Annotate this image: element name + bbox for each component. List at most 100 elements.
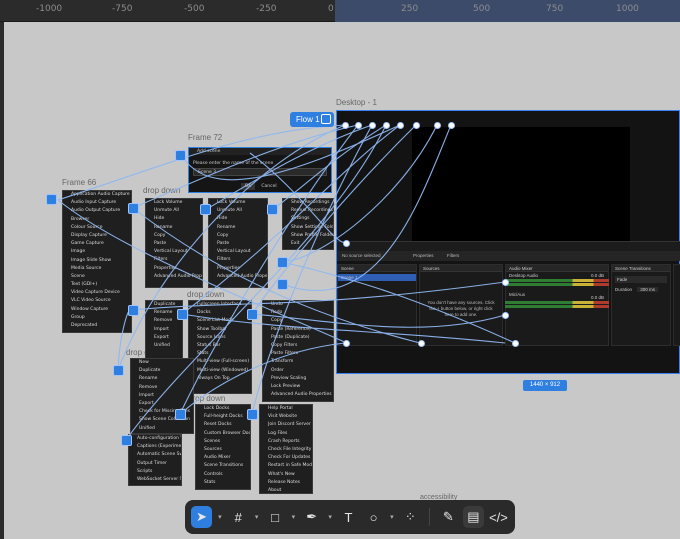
properties-button[interactable]: Properties: [413, 251, 434, 261]
menu-item[interactable]: Hide: [209, 215, 267, 223]
menu-item[interactable]: Paste: [209, 240, 267, 248]
interaction-node[interactable]: [247, 309, 258, 320]
menu-item[interactable]: Docks: [189, 309, 251, 317]
menu-item[interactable]: Audio Mixer: [196, 454, 250, 462]
chevron-down-icon[interactable]: ▾: [326, 506, 334, 528]
flow-starting-point[interactable]: Flow 1: [290, 112, 334, 127]
menu-item[interactable]: Controls: [196, 471, 250, 479]
menu-item[interactable]: Order: [263, 367, 333, 375]
connection-dot[interactable]: [448, 122, 455, 129]
menu-item[interactable]: Rename: [146, 224, 202, 232]
connection-dot[interactable]: [342, 122, 349, 129]
menu-item[interactable]: Reset Docks: [196, 421, 250, 429]
menu-item[interactable]: Unified: [146, 342, 182, 350]
interaction-node[interactable]: [267, 204, 278, 215]
menu-item[interactable]: Captions (Experimental): [129, 443, 181, 451]
filters-button[interactable]: Filters: [447, 251, 459, 261]
menu-item[interactable]: Window Capture: [63, 306, 131, 314]
menu-item[interactable]: Copy: [146, 232, 202, 240]
dropdown-label[interactable]: drop down: [187, 290, 224, 299]
interaction-node[interactable]: [128, 305, 139, 316]
draw-tool-icon[interactable]: ✎: [438, 506, 459, 528]
menu-item[interactable]: Duplicate: [146, 301, 182, 309]
menu-item[interactable]: Audio Input Capture: [63, 199, 131, 207]
connection-dot[interactable]: [383, 122, 390, 129]
menu-item[interactable]: Redo: [263, 309, 333, 317]
frame66-label[interactable]: Frame 66: [62, 178, 96, 187]
menu-item[interactable]: Filters: [146, 256, 202, 264]
menu-item[interactable]: Advanced Audio Properties: [146, 273, 202, 281]
connection-dot[interactable]: [355, 122, 362, 129]
connection-dot[interactable]: [418, 340, 425, 347]
menu-item[interactable]: Scenes: [196, 438, 250, 446]
menu-item[interactable]: Audio Output Capture: [63, 207, 131, 215]
menu-item[interactable]: Stats: [196, 479, 250, 487]
menu-item[interactable]: Sources: [196, 446, 250, 454]
menu-item[interactable]: Source Icons: [189, 334, 251, 342]
menu-item[interactable]: Import: [131, 392, 193, 400]
menu-item[interactable]: Undo: [263, 301, 333, 309]
connection-dot[interactable]: [502, 279, 509, 286]
menu-item[interactable]: Group: [63, 314, 131, 322]
menu-item[interactable]: Text (GDI+): [63, 281, 131, 289]
connection-dot[interactable]: [413, 122, 420, 129]
menu-item[interactable]: Filters: [209, 256, 267, 264]
menu-item[interactable]: Custom Browser Docks...: [196, 430, 250, 438]
interaction-node[interactable]: [121, 435, 132, 446]
menu-item[interactable]: Export: [146, 334, 182, 342]
menu-item[interactable]: Fullscreen Interface: [189, 301, 251, 309]
menu-item[interactable]: Browser: [63, 216, 131, 224]
interaction-node[interactable]: [177, 309, 188, 320]
menu-item[interactable]: Properties: [146, 265, 202, 273]
menu-item[interactable]: Paste (Reference): [263, 326, 333, 334]
menu-item[interactable]: Crash Reports: [260, 438, 312, 446]
menu-item[interactable]: Check File Integrity: [260, 446, 312, 454]
actions-tool-icon[interactable]: ⁘: [400, 506, 421, 528]
menu-item[interactable]: Preview Scaling: [263, 375, 333, 383]
menu-item[interactable]: Scene: [63, 273, 131, 281]
chevron-down-icon[interactable]: ▾: [216, 506, 224, 528]
dropdown-label[interactable]: drop down: [143, 186, 180, 195]
menu-item[interactable]: Paste (Duplicate): [263, 334, 333, 342]
connection-dot[interactable]: [343, 240, 350, 247]
menu-item[interactable]: Show Settings Folder: [283, 224, 333, 232]
scene-item[interactable]: Scene 1: [338, 274, 416, 281]
menu-item[interactable]: Duplicate: [131, 367, 193, 375]
menu-item[interactable]: Remux Recordings: [283, 207, 333, 215]
frame72-label[interactable]: Frame 72: [188, 133, 222, 142]
menu-item[interactable]: Log Files: [260, 430, 312, 438]
menu-item[interactable]: Transform: [263, 358, 333, 366]
pen-tool-icon[interactable]: ✒: [301, 506, 322, 528]
rectangle-tool-icon[interactable]: □: [264, 506, 285, 528]
menu-item[interactable]: Rename: [131, 375, 193, 383]
menu-item[interactable]: Always On Top: [189, 375, 251, 383]
menu-item[interactable]: Paste: [146, 240, 202, 248]
menu-item[interactable]: Copy: [263, 317, 333, 325]
menu-item[interactable]: Import: [146, 326, 182, 334]
desktop-frame-label[interactable]: Desktop - 1: [336, 98, 377, 107]
interaction-node[interactable]: [128, 203, 139, 214]
menu-item[interactable]: VLC Video Source: [63, 297, 131, 305]
menu-item[interactable]: Lock Docks: [196, 405, 250, 413]
ok-button[interactable]: OK: [241, 183, 255, 190]
text-tool-icon[interactable]: T: [338, 506, 359, 528]
interaction-node[interactable]: [277, 279, 288, 290]
menu-item[interactable]: Visit Website: [260, 413, 312, 421]
menu-item[interactable]: About: [260, 487, 312, 495]
menu-item[interactable]: Auto-configuration Wizard: [129, 435, 181, 443]
menu-item[interactable]: Image Slide Show: [63, 257, 131, 265]
menu-item[interactable]: Application Audio Capture (BETA): [63, 191, 131, 199]
menu-item[interactable]: Advanced Audio Properties: [209, 273, 267, 281]
menu-item[interactable]: Multi-view (Full-screen): [189, 358, 251, 366]
menu-item[interactable]: Full-height Docks: [196, 413, 250, 421]
menu-item[interactable]: Unmute All: [209, 207, 267, 215]
menu-item[interactable]: Deprecated: [63, 322, 131, 330]
menu-item[interactable]: WebSocket Server Settings: [129, 476, 181, 484]
menu-item[interactable]: Paste Filters: [263, 350, 333, 358]
interaction-node[interactable]: [277, 257, 288, 268]
menu-item[interactable]: Display Capture: [63, 232, 131, 240]
menu-item[interactable]: Image: [63, 248, 131, 256]
menu-item[interactable]: What's New: [260, 471, 312, 479]
interaction-node[interactable]: [175, 150, 186, 161]
menu-item[interactable]: Unmute All: [146, 207, 202, 215]
